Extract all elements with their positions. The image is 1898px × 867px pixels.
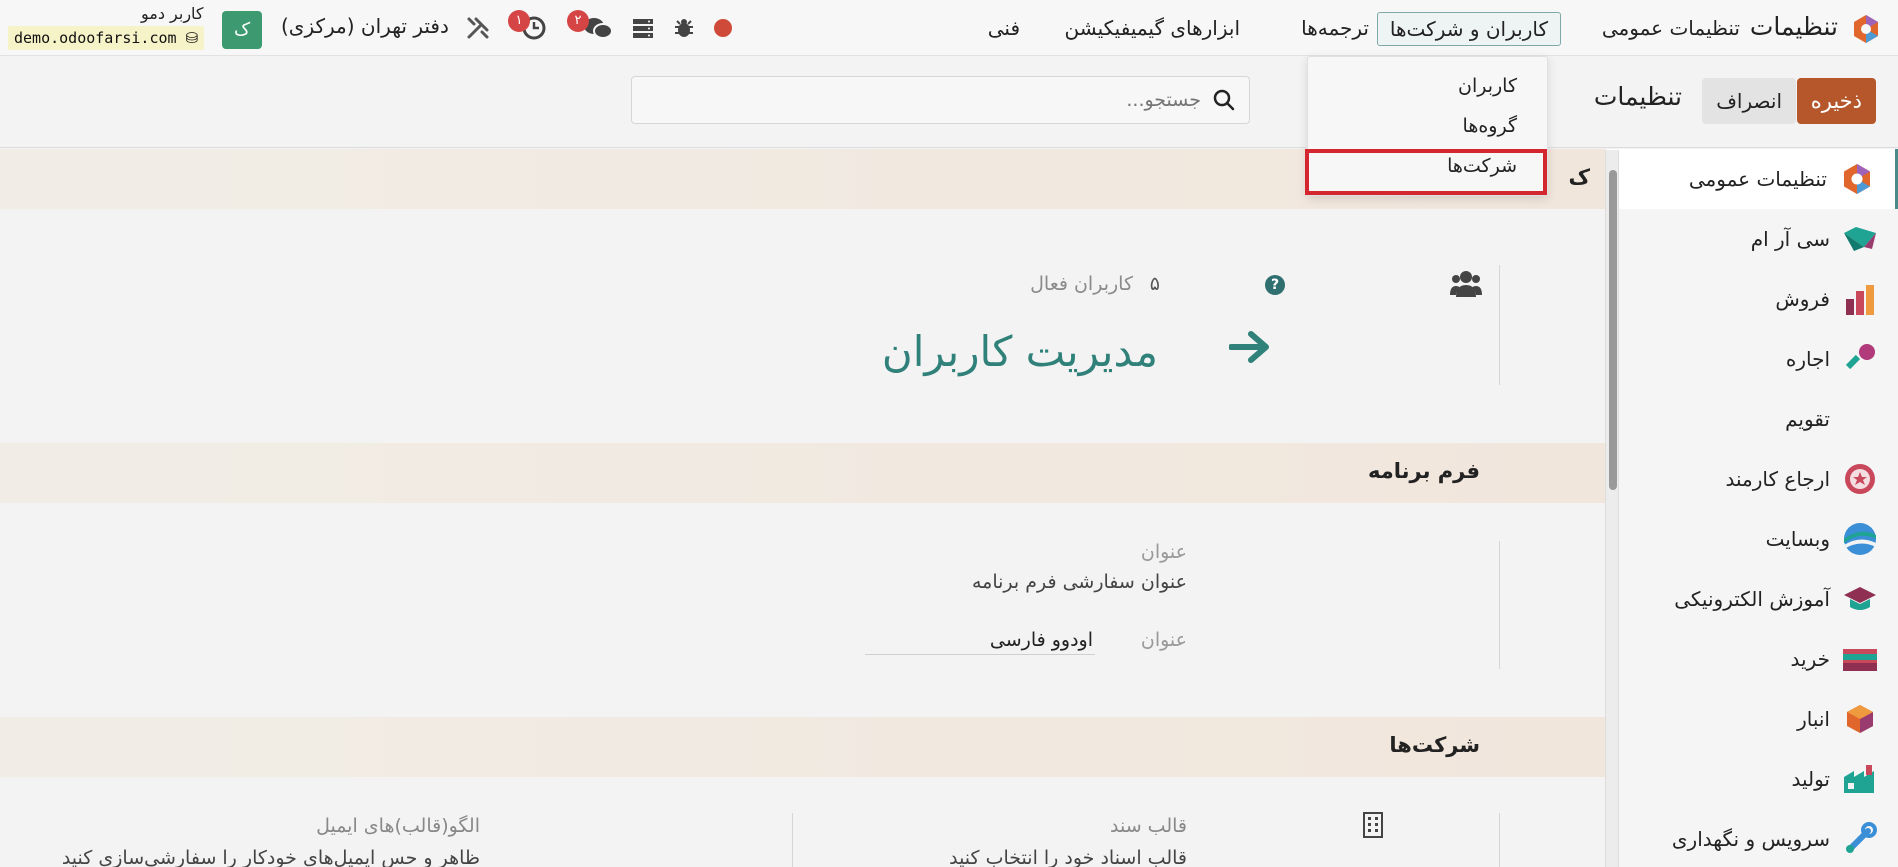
database-name: ⛁ demo.odoofarsi.com	[8, 26, 205, 50]
sidebar-item-label: تنظیمات عمومی	[1688, 167, 1827, 191]
sidebar-item-label: سرویس و نگهداری	[1671, 827, 1830, 851]
sidebar-item-referral[interactable]: ارجاع کارمند	[1607, 449, 1898, 509]
email-templates-label: الگو(قالب)‌های ایمیل	[316, 815, 480, 837]
active-users-count: ۵	[1149, 273, 1160, 295]
section-title-partial: ک	[1568, 165, 1590, 189]
record-icon[interactable]	[712, 14, 734, 42]
companies-highlight-box	[1305, 149, 1547, 195]
sidebar-item-maintenance[interactable]: سرویس و نگهداری	[1607, 809, 1898, 867]
crm-app-icon	[1844, 227, 1876, 251]
sidebar-item-website[interactable]: وبسایت	[1607, 509, 1898, 569]
setting-divider	[792, 813, 793, 867]
sidebar-item-crm[interactable]: سی آر ام	[1607, 209, 1898, 269]
sales-app-icon	[1846, 285, 1874, 315]
tools-wrench-icon[interactable]	[464, 14, 492, 42]
menu-translations[interactable]: ترجمه‌ها	[1301, 12, 1369, 46]
sidebar-item-rental[interactable]: اجاره	[1607, 329, 1898, 389]
sidebar-item-label: انبار	[1797, 707, 1830, 731]
sidebar-scrollbar[interactable]	[1605, 150, 1619, 867]
active-users-label: کاربران فعال	[1030, 273, 1133, 295]
sidebar-item-label: اجاره	[1785, 347, 1830, 371]
sidebar-item-label: سی آر ام	[1750, 227, 1830, 251]
top-navbar: تنظیمات تنظیمات عمومی کاربران و شرکت‌ها …	[0, 0, 1898, 56]
sidebar-item-general-settings[interactable]: تنظیمات عمومی	[1607, 149, 1898, 209]
calendar-app-icon: 31	[1842, 405, 1843, 437]
sidebar-item-label: تولید	[1791, 767, 1830, 791]
manufacturing-app-icon	[1844, 765, 1874, 793]
users-group-icon	[1450, 271, 1482, 297]
database-name-text: demo.odoofarsi.com	[14, 29, 177, 47]
dropdown-item-groups[interactable]: گروه‌ها	[1463, 115, 1517, 137]
arrow-right-icon[interactable]	[1229, 331, 1269, 363]
sidebar-item-purchase[interactable]: خرید	[1607, 629, 1898, 689]
purchase-app-icon	[1843, 649, 1877, 671]
user-avatar[interactable]: ک	[222, 11, 262, 49]
menu-technical[interactable]: فنی	[988, 12, 1020, 46]
discard-button[interactable]: انصراف	[1702, 78, 1796, 124]
document-layout-label: قالب سند	[1110, 815, 1187, 837]
setting-divider	[1499, 541, 1500, 669]
app-title-input-label: عنوان	[1140, 629, 1187, 651]
activities-count-badge: ۱	[508, 10, 530, 32]
debug-bug-icon[interactable]	[672, 14, 696, 42]
settings-app-icon	[1844, 164, 1870, 194]
menu-users-companies[interactable]: کاربران و شرکت‌ها	[1376, 12, 1561, 46]
sidebar-item-sales[interactable]: فروش	[1607, 269, 1898, 329]
referral-app-icon	[1845, 464, 1875, 494]
sidebar-item-label: فروش	[1775, 287, 1830, 311]
search-icon	[1213, 89, 1235, 111]
settings-main: ک ۵ کاربران فعال ? مدیریت کاربران فرم بر…	[0, 149, 1605, 867]
menu-gamification-tools[interactable]: ابزارهای گیمیفیکیشن	[1065, 12, 1240, 46]
section-title-companies: شرکت‌ها	[1389, 733, 1480, 757]
section-header-app-form: فرم برنامه	[0, 443, 1605, 503]
sidebar-item-label: خرید	[1790, 647, 1830, 671]
email-templates-description: ظاهر و حس ایمیل‌های خودکار را سفارشی‌ساز…	[61, 847, 480, 867]
rental-app-icon	[1845, 344, 1875, 370]
sidebar-item-calendar[interactable]: 31 تقویم	[1607, 389, 1898, 449]
sidebar-item-label: ارجاع کارمند	[1725, 467, 1830, 491]
elearning-app-icon	[1844, 587, 1876, 610]
control-panel: ذخیره انصراف تنظیمات	[0, 56, 1898, 148]
dropdown-item-users[interactable]: کاربران	[1458, 75, 1517, 97]
setting-divider	[1499, 813, 1500, 867]
sidebar-item-label: تقویم	[1785, 407, 1830, 431]
database-stack-icon: ⛁	[185, 29, 199, 47]
calendar-number: 31	[1842, 405, 1843, 437]
manage-users-link[interactable]: مدیریت کاربران	[882, 327, 1158, 376]
users-companies-dropdown: کاربران گروه‌ها شرکت‌ها	[1305, 56, 1548, 196]
document-layout-description: قالب اسناد خود را انتخاب کنید	[949, 847, 1187, 867]
sidebar-item-label: وبسایت	[1765, 527, 1830, 551]
building-icon	[1363, 812, 1383, 838]
sidebar-item-inventory[interactable]: انبار	[1607, 689, 1898, 749]
section-header-companies: شرکت‌ها	[0, 717, 1605, 777]
settings-sidebar: تنظیمات عمومی سی آر ام فروش اجاره 31 تقو…	[1607, 149, 1898, 867]
sidebar-item-manufacturing[interactable]: تولید	[1607, 749, 1898, 809]
page-title: تنظیمات	[1593, 82, 1682, 111]
search-input[interactable]	[681, 87, 1201, 113]
setting-divider	[1499, 265, 1500, 385]
company-switcher[interactable]: دفتر تهران (مرکزی)	[281, 14, 449, 38]
section-title-app-form: فرم برنامه	[1368, 459, 1480, 483]
messages-count-badge: ۲	[567, 10, 589, 32]
app-title-input[interactable]	[865, 625, 1095, 655]
app-name[interactable]: تنظیمات	[1750, 12, 1838, 41]
website-app-icon	[1844, 523, 1876, 555]
save-button[interactable]: ذخیره	[1796, 78, 1876, 124]
search-box[interactable]	[631, 76, 1250, 124]
database-manager-icon[interactable]	[630, 14, 656, 42]
help-question-icon[interactable]: ?	[1265, 275, 1285, 295]
user-name[interactable]: کاربر دمو	[141, 4, 204, 23]
app-title-description: عنوان سفارشی فرم برنامه	[971, 571, 1187, 593]
menu-general-settings[interactable]: تنظیمات عمومی	[1602, 12, 1740, 46]
sidebar-item-elearning[interactable]: آموزش الکترونیکی	[1607, 569, 1898, 629]
scrollbar-thumb[interactable]	[1609, 170, 1617, 490]
maintenance-app-icon	[1846, 822, 1877, 853]
sidebar-item-label: آموزش الکترونیکی	[1674, 587, 1830, 611]
settings-app-logo-icon[interactable]	[1851, 14, 1881, 44]
app-title-label: عنوان	[1140, 541, 1187, 563]
inventory-app-icon	[1847, 705, 1873, 733]
